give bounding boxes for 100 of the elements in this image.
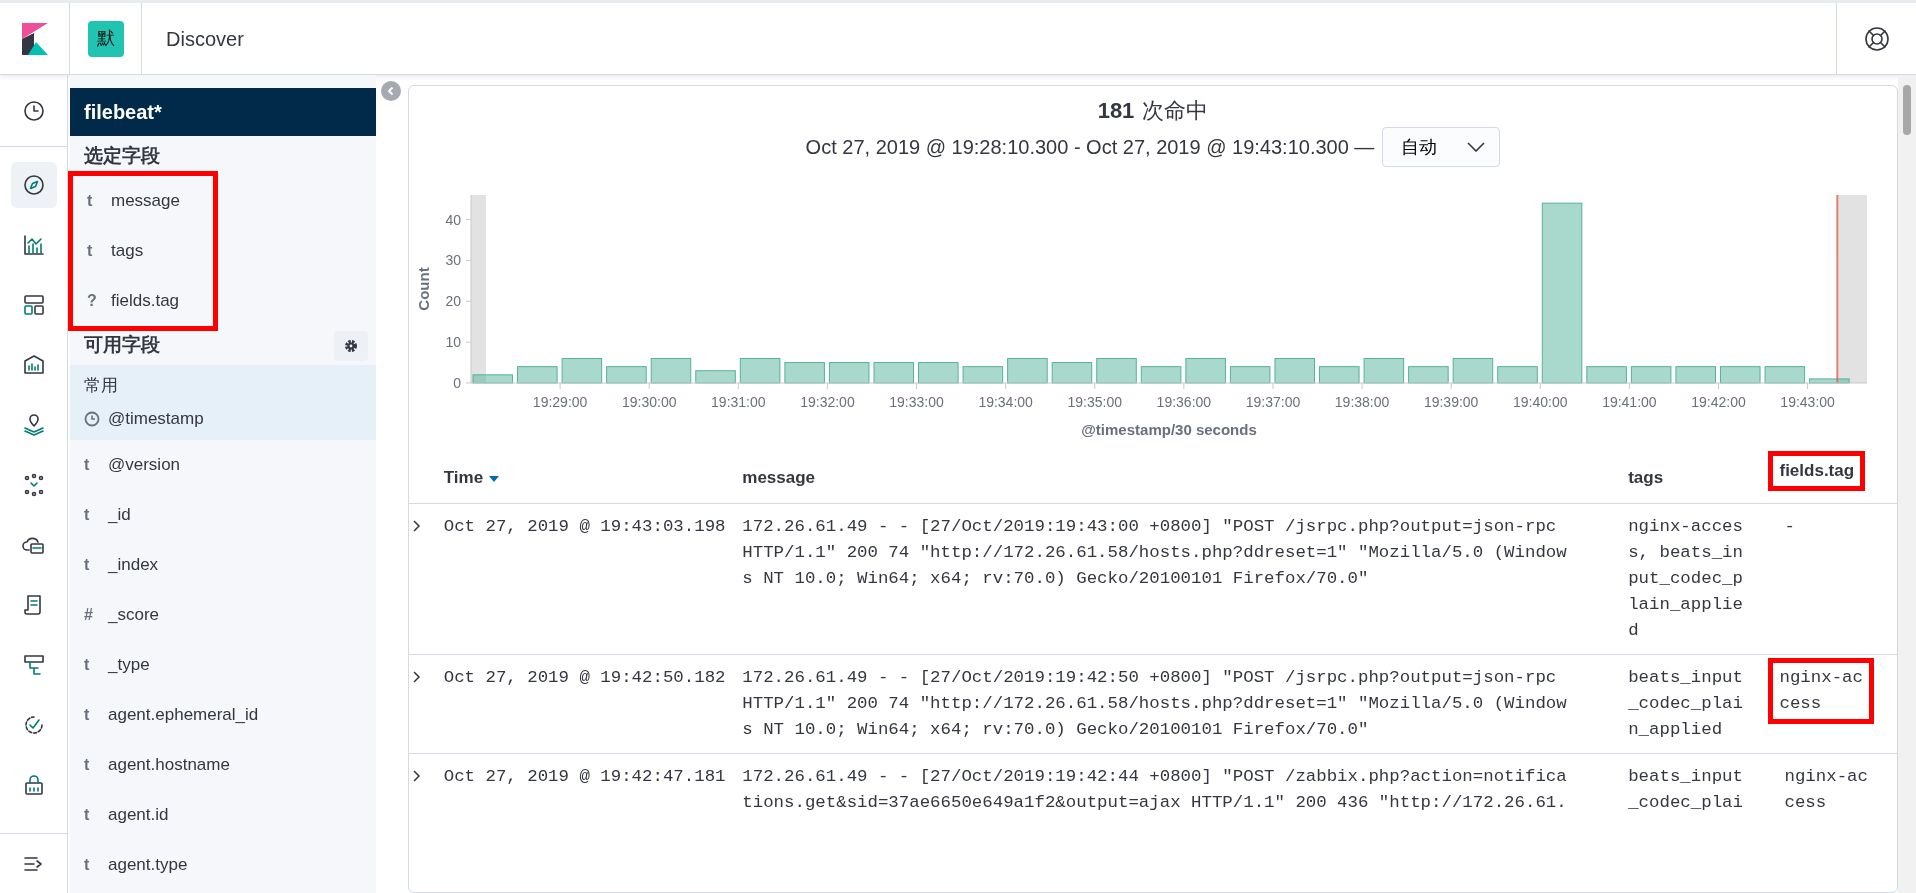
field-type-glyph: t (87, 240, 94, 261)
histogram-bar[interactable] (1497, 366, 1538, 384)
histogram-bar[interactable] (1408, 366, 1449, 384)
axis-tick-label: 19:36:00 (1156, 394, 1212, 410)
axis-tick-label: 10 (445, 334, 461, 351)
clock-icon (84, 411, 100, 427)
message-cell-text: 172.26.61.49 - - [27/Oct/2019:19:42:44 +0800] "POST /zabbix.php?action=notifications.get&sid=37ae6650e649a1f2&output=ajax HTTP/1.1" 200 436 "http://172.26.61. (742, 766, 1567, 814)
chevron-right-icon[interactable] (412, 519, 422, 534)
collapse-button[interactable] (381, 81, 401, 101)
axis-title: @timestamp/30 seconds (1081, 421, 1257, 438)
section-heading: 选定字段 (83, 144, 161, 168)
axis-tick-label: 40 (445, 211, 461, 228)
axis-tick-label: 19:29:00 (532, 394, 588, 410)
field-name[interactable]: agent.hostname (108, 752, 230, 778)
histogram-bar[interactable] (650, 358, 692, 384)
axis-tick-label: 19:40:00 (1513, 394, 1568, 410)
chevron-right-icon[interactable] (412, 670, 422, 685)
field-type-glyph: t (84, 855, 91, 875)
field-name[interactable]: _id (108, 502, 131, 528)
field-type-glyph: t (84, 655, 91, 675)
histogram-bar[interactable] (1720, 366, 1761, 384)
histogram-bar[interactable] (739, 358, 781, 384)
field-type-glyph: ? (87, 290, 98, 311)
axis-tick-label: 19:37:00 (1245, 394, 1301, 410)
column-header[interactable]: message (742, 468, 816, 487)
settings-button[interactable] (334, 330, 368, 361)
histogram-bar[interactable] (1007, 358, 1048, 384)
axis-title: Count (415, 267, 432, 311)
histogram-bar[interactable] (561, 358, 603, 384)
axis-tick-label: 19:35:00 (1067, 394, 1122, 410)
histogram-bar[interactable] (606, 366, 647, 384)
histogram-bar[interactable] (1764, 366, 1806, 384)
message-cell-text: 172.26.61.49 - - [27/Oct/2019:19:42:50 +0800] "POST /jsrpc.php?output=json-rpc HTTP/1.1" 200 74 "http://172.26.61.58/hosts.php?ddreset=1" "Mozilla/5.0 (Windows NT 10.0; Win64; x64; rv:70.0) Gecko/20100101 Firefox/70.0" (742, 667, 1567, 741)
page-title: Discover (166, 26, 244, 52)
histogram-bar[interactable] (784, 362, 825, 384)
histogram-bar[interactable] (828, 362, 870, 384)
logo-icon[interactable] (21, 22, 48, 55)
histogram-bar[interactable] (1140, 366, 1182, 384)
hit-count: 181 (1097, 97, 1135, 125)
axis-tick-label: 19:39:00 (1423, 394, 1479, 410)
column-header[interactable]: tags (1628, 468, 1664, 487)
field-name[interactable]: agent.ephemeral_id (108, 702, 259, 728)
tags-cell-text: nginx-access, beats_input_codec_plain_applied (1628, 516, 1743, 642)
hit-label: 次命中 (1142, 97, 1209, 125)
timestamp-cell: Oct 27, 2019 @ 19:42:47.181 (443, 767, 726, 786)
histogram-bar[interactable] (1229, 366, 1271, 384)
field-name[interactable]: tags (111, 237, 144, 264)
map-pin-icon (21, 413, 46, 437)
histogram-bar[interactable] (873, 362, 915, 384)
histogram-bar[interactable] (472, 374, 514, 384)
space-avatar[interactable]: 默 (87, 20, 124, 57)
field-name[interactable]: fields.tag (111, 287, 180, 314)
field-name[interactable]: _score (108, 602, 160, 628)
field-name[interactable]: agent.id (108, 802, 169, 828)
histogram-bar[interactable] (1541, 202, 1583, 384)
histogram-bar[interactable] (695, 370, 736, 384)
histogram-bar[interactable] (1185, 358, 1226, 384)
field-type-glyph: t (84, 555, 91, 575)
time-range: Oct 27, 2019 @ 19:28:10.300 - Oct 27, 2019 @ 19:43:10.300 — (805, 135, 1375, 160)
field-name[interactable]: _index (108, 552, 159, 578)
chevron-right-icon[interactable] (412, 769, 422, 784)
chevron-left-icon (386, 86, 396, 96)
field-name[interactable]: @timestamp (108, 406, 204, 432)
histogram-bar[interactable] (1319, 366, 1360, 384)
field-type-glyph: t (84, 505, 91, 525)
histogram-bar[interactable] (1452, 358, 1494, 384)
dashboard-icon (21, 293, 46, 317)
column-header[interactable]: fields.tag (1768, 451, 1866, 491)
clock-icon (21, 98, 46, 123)
tags-cell-text: beats_input_codec_plain_applied (1628, 667, 1743, 741)
field-type-glyph: t (84, 705, 91, 725)
histogram-bar[interactable] (1586, 366, 1627, 384)
index-pattern-title[interactable]: filebeat* (70, 88, 376, 136)
histogram-bar[interactable] (1809, 378, 1850, 384)
histogram-bar[interactable] (517, 366, 558, 384)
histogram-bar[interactable] (1274, 358, 1315, 384)
axis-tick-label: 30 (445, 252, 461, 269)
scrollbar-thumb[interactable] (1903, 85, 1911, 135)
field-type-glyph: # (84, 605, 94, 625)
column-header[interactable]: Time (443, 468, 500, 487)
histogram-bar[interactable] (918, 362, 959, 384)
nav-button[interactable] (10, 162, 57, 208)
field-tag-cell-text: nginx-access (1783, 766, 1868, 814)
field-name[interactable]: @version (108, 452, 181, 478)
histogram-bar[interactable] (1051, 362, 1093, 384)
histogram-bar[interactable] (1675, 366, 1716, 384)
axis-tick-label: 19:32:00 (800, 394, 855, 410)
axis-tick-label: 19:34:00 (978, 394, 1033, 410)
axis-tick-label: 19:43:00 (1780, 394, 1835, 410)
field-name[interactable]: _type (108, 652, 150, 678)
histogram-bar[interactable] (962, 366, 1004, 384)
histogram-bar[interactable] (1363, 358, 1405, 384)
histogram-bar[interactable] (1630, 366, 1672, 384)
histogram-bar[interactable] (1096, 358, 1137, 384)
line-chart-icon (21, 233, 46, 257)
help-icon[interactable] (1863, 25, 1890, 52)
field-name[interactable]: message (111, 187, 180, 214)
message-cell-text: 172.26.61.49 - - [27/Oct/2019:19:43:00 +0800] "POST /jsrpc.php?output=json-rpc HTTP/1.1" 200 74 "http://172.26.61.58/hosts.php?ddreset=1" "Mozilla/5.0 (Windows NT 10.0; Win64; x64; rv:70.0) Gecko/20100101 Firefox/70.0" (742, 516, 1567, 590)
interval-select[interactable]: 自动 (1382, 127, 1501, 167)
field-name[interactable]: agent.type (108, 852, 188, 878)
